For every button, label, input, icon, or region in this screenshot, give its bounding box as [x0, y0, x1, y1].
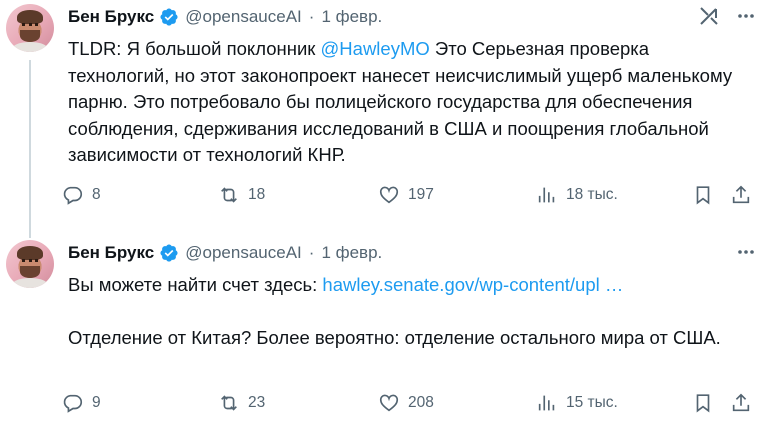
- separator-dot: ·: [308, 243, 315, 262]
- share-button[interactable]: [730, 386, 752, 420]
- repost-count: 23: [248, 394, 266, 411]
- tweet-text-line: Отделение от Китая? Более вероятно: отде…: [68, 327, 721, 348]
- like-icon: [379, 186, 399, 204]
- tweet-actions: 8 18 197 18 тыс.: [62, 178, 761, 212]
- tweet-date[interactable]: 1 февр.: [321, 7, 382, 27]
- url-link[interactable]: hawley.senate.gov/wp-content/upl …: [322, 274, 623, 295]
- reply-button[interactable]: 9: [62, 386, 101, 420]
- views-icon: [538, 187, 555, 203]
- repost-button[interactable]: 23: [218, 386, 265, 420]
- views-count: 18 тыс.: [566, 186, 618, 203]
- avatar[interactable]: [6, 4, 54, 52]
- tweet-header: Бен Брукс @opensauceAI · 1 февр.: [68, 242, 382, 264]
- reply-count: 8: [92, 186, 101, 203]
- bookmark-button[interactable]: [692, 178, 714, 212]
- verified-badge-icon: [160, 8, 178, 26]
- thread-connector-line: [29, 60, 31, 238]
- like-button[interactable]: 208: [378, 386, 434, 420]
- bookmark-icon: [696, 186, 710, 205]
- bookmark-icon: [696, 394, 710, 413]
- reply-icon: [63, 394, 83, 413]
- share-icon: [732, 185, 750, 204]
- author-name[interactable]: Бен Брукс: [68, 7, 154, 27]
- tweet[interactable]: Бен Брукс @opensauceAI · 1 февр. Вы може…: [0, 236, 761, 426]
- repost-button[interactable]: 18: [218, 178, 265, 212]
- like-count: 197: [408, 186, 434, 203]
- views-count: 15 тыс.: [566, 394, 618, 411]
- author-name[interactable]: Бен Брукс: [68, 243, 154, 263]
- more-icon[interactable]: [736, 242, 756, 262]
- tweet-thread: Бен Брукс @opensauceAI · 1 февр. TLDR: Я…: [0, 0, 761, 426]
- repost-icon: [221, 187, 237, 203]
- repost-count: 18: [248, 186, 266, 203]
- like-button[interactable]: 197: [378, 178, 434, 212]
- tweet-header: Бен Брукс @opensauceAI · 1 февр.: [68, 6, 382, 28]
- author-handle[interactable]: @opensauceAI: [185, 7, 302, 27]
- author-handle[interactable]: @opensauceAI: [185, 243, 302, 263]
- tweet[interactable]: Бен Брукс @opensauceAI · 1 февр. TLDR: Я…: [0, 0, 761, 238]
- tweet-text-prefix: TLDR: Я большой поклонник: [68, 38, 321, 59]
- tweet-text: Вы можете найти счет здесь: hawley.senat…: [68, 272, 748, 352]
- reply-button[interactable]: 8: [62, 178, 101, 212]
- separator-dot: ·: [308, 7, 315, 26]
- share-button[interactable]: [730, 178, 752, 212]
- views-button[interactable]: 15 тыс.: [536, 386, 618, 420]
- views-button[interactable]: 18 тыс.: [536, 178, 618, 212]
- avatar[interactable]: [6, 240, 54, 288]
- views-icon: [538, 395, 555, 411]
- reply-icon: [63, 186, 83, 205]
- mention-link[interactable]: @HawleyMO: [321, 38, 430, 59]
- more-icon[interactable]: [736, 6, 756, 26]
- tweet-text: TLDR: Я большой поклонник @HawleyMO Это …: [68, 36, 748, 169]
- reply-count: 9: [92, 394, 101, 411]
- share-icon: [732, 393, 750, 412]
- tweet-date[interactable]: 1 февр.: [321, 243, 382, 263]
- tweet-text-line: Вы можете найти счет здесь:: [68, 274, 323, 295]
- tweet-actions: 9 23 208 15 тыс.: [62, 386, 761, 420]
- like-count: 208: [408, 394, 434, 411]
- repost-icon: [221, 395, 237, 411]
- verified-badge-icon: [160, 244, 178, 262]
- grok-icon[interactable]: [697, 4, 721, 28]
- bookmark-button[interactable]: [692, 386, 714, 420]
- like-icon: [379, 394, 399, 412]
